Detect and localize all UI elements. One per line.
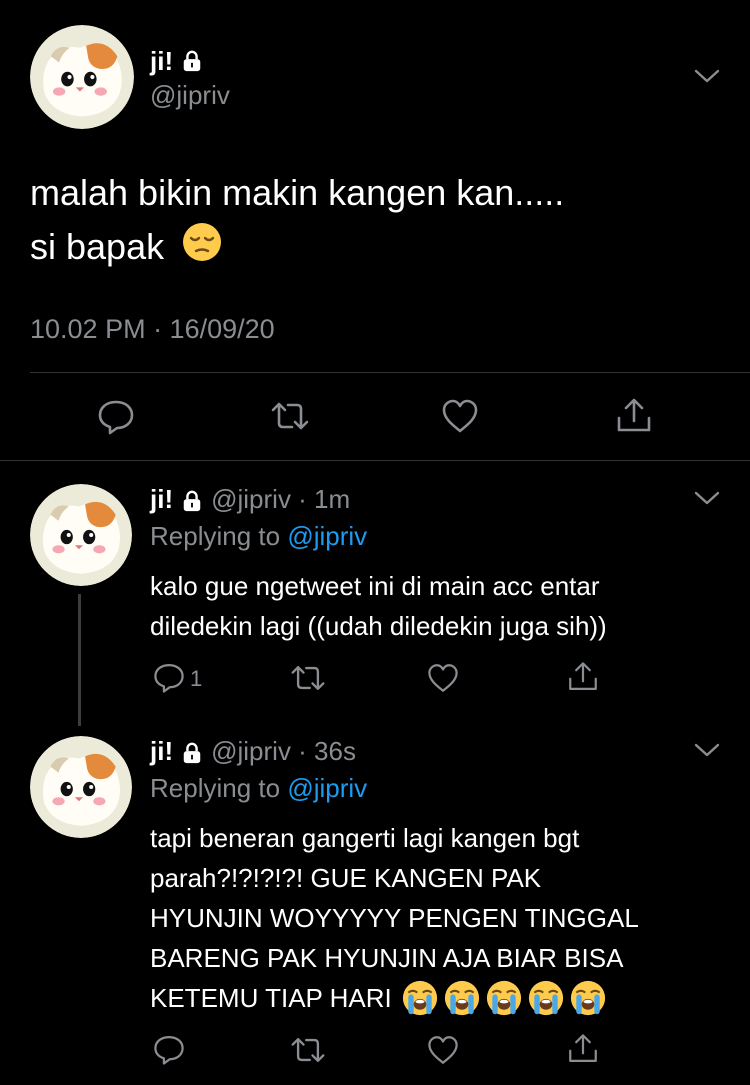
display-name[interactable]: ji! <box>150 484 173 515</box>
reply-icon[interactable] <box>96 396 136 436</box>
reply-action-bar: 1 <box>0 660 750 696</box>
replying-to: Replying to @jipriv <box>150 773 368 803</box>
main-action-bar <box>0 396 750 440</box>
chevron-down-icon[interactable] <box>692 66 722 86</box>
display-name[interactable]: ji! <box>150 736 173 767</box>
main-tweet-header: ji! <box>150 44 203 78</box>
lock-icon <box>181 740 203 762</box>
lock-icon <box>181 50 203 72</box>
pensive-face-emoji <box>182 222 222 277</box>
crying-face-emoji <box>570 980 606 1016</box>
share-icon[interactable] <box>566 1032 600 1066</box>
share-icon[interactable] <box>614 396 654 436</box>
avatar[interactable] <box>30 484 132 586</box>
reply-icon[interactable] <box>152 1032 186 1066</box>
reply-text: tapi beneran gangerti lagi kangen bgt pa… <box>150 818 639 1018</box>
avatar[interactable] <box>30 736 132 838</box>
timestamp[interactable]: 10.02 PM · 16/09/20 <box>30 314 275 345</box>
share-icon[interactable] <box>566 660 600 694</box>
avatar[interactable] <box>30 25 134 129</box>
retweet-icon[interactable] <box>290 660 326 696</box>
lock-icon <box>181 488 203 510</box>
handle[interactable]: @jipriv <box>150 80 230 111</box>
crying-face-emoji <box>402 980 438 1016</box>
reply-count: 1 <box>190 666 203 691</box>
retweet-icon[interactable] <box>270 396 310 436</box>
replying-to-link[interactable]: @jipriv <box>287 773 367 803</box>
tweet-text: malah bikin makin kangen kan..... si bap… <box>30 166 730 277</box>
crying-face-emoji <box>444 980 480 1016</box>
like-icon[interactable] <box>440 396 480 436</box>
divider <box>0 460 750 461</box>
tweet-text-line-2: si bapak <box>30 220 730 277</box>
reply-header: ji! @jipriv · 1m <box>150 482 350 516</box>
reply-text: kalo gue ngetweet ini di main acc entar … <box>150 571 607 641</box>
crying-face-emoji <box>486 980 522 1016</box>
reply-action-bar <box>0 1032 750 1068</box>
replying-to: Replying to @jipriv <box>150 521 368 551</box>
divider <box>30 372 750 373</box>
retweet-icon[interactable] <box>290 1032 326 1068</box>
tweet-text-line-1: malah bikin makin kangen kan..... <box>30 172 565 213</box>
display-name[interactable]: ji! <box>150 46 173 77</box>
reply-header: ji! @jipriv · 36s <box>150 734 356 768</box>
chevron-down-icon[interactable] <box>692 488 722 508</box>
crying-face-emoji <box>528 980 564 1016</box>
replying-to-link[interactable]: @jipriv <box>287 521 367 551</box>
chevron-down-icon[interactable] <box>692 740 722 760</box>
handle-time[interactable]: @jipriv · 1m <box>211 484 350 515</box>
like-icon[interactable] <box>426 1033 460 1067</box>
like-icon[interactable] <box>426 661 460 695</box>
reply-icon[interactable] <box>152 660 186 694</box>
handle-time[interactable]: @jipriv · 36s <box>211 736 356 767</box>
